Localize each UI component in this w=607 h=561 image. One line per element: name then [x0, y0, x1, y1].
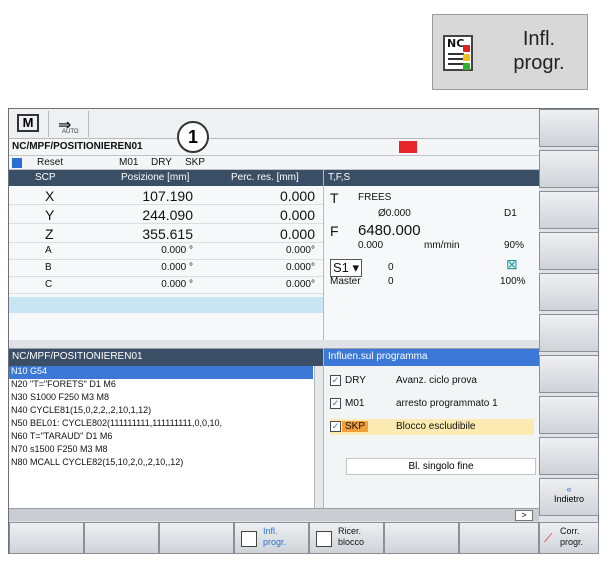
m01-status: M01 — [119, 157, 139, 168]
feed-setpoint: 6480.000 — [358, 222, 421, 239]
nc-program-influence-icon — [241, 531, 257, 547]
program-panel: NC/MPF/POSITIONIEREN01 N10 G54 N20 "T="F… — [9, 348, 323, 509]
tfs-panel: T,F,S T FREES Ø0.000 D1 F 6480.000 0.000… — [323, 170, 539, 340]
axis-row: C 0.000 ° 0.000° — [9, 277, 323, 294]
single-block-field[interactable]: Bl. singolo fine — [346, 458, 536, 475]
callout-label: Infl. progr. — [513, 28, 565, 74]
tool-edge: D1 — [504, 208, 517, 219]
top-bar: M ⇒ AUTO — [9, 109, 539, 139]
program-path: NC/MPF/POSITIONIEREN01 — [12, 141, 143, 152]
spindle-override: 100% — [500, 276, 526, 287]
program-path-bar: NC/MPF/POSITIONIEREN01 — [9, 139, 539, 156]
block-search-icon — [316, 531, 332, 547]
vertical-softkey-3[interactable] — [539, 191, 599, 229]
infl-progr-softkey[interactable]: Infl. progr. — [234, 522, 309, 554]
auto-mode-icon[interactable]: ⇒ AUTO — [49, 111, 89, 137]
program-line[interactable]: N50 BEL01: CYCLE802(111111111,111111111,… — [9, 418, 313, 431]
program-line[interactable]: N40 CYCLE81(15,0,2,2,,2,10,1,12) — [9, 405, 313, 418]
horizontal-softkey-1[interactable] — [9, 522, 84, 554]
axis-position-panel: SCP Posizione [mm] Perc. res. [mm] X 107.… — [9, 170, 323, 340]
alarm-indicator-icon — [399, 141, 417, 153]
axis-row: B 0.000 ° 0.000° — [9, 260, 323, 277]
corr-progr-softkey[interactable]: ⟋ Corr. progr. — [539, 522, 599, 554]
program-correction-icon: ⟋ — [544, 531, 553, 545]
horizontal-softkey-7[interactable] — [459, 522, 539, 554]
axis-row: Y 244.090 0.000 — [9, 205, 323, 224]
infl-progr-softkey-callout[interactable]: NC Infl. progr. — [432, 14, 588, 90]
program-line[interactable]: N80 MCALL CYCLE82(15,10,2,0,,2,10,,12) — [9, 457, 313, 470]
program-line[interactable]: N60 T="TARAUD" D1 M6 — [9, 431, 313, 444]
tool-name: FREES — [358, 192, 392, 203]
spindle-select[interactable]: S1 ▾ — [330, 259, 363, 277]
cnc-operating-screen: M ⇒ AUTO NC/MPF/POSITIONIEREN01 1 Reset M… — [8, 108, 599, 554]
vertical-softkey-7[interactable] — [539, 355, 599, 393]
channel-status-bar: Reset M01 DRY SKP — [9, 156, 539, 170]
m01-option[interactable]: ✓ M01 arresto programmato 1 — [330, 396, 534, 412]
spindle-state-icon: ⊠ — [506, 256, 518, 272]
callout-number: 1 — [177, 121, 209, 153]
dry-checkbox[interactable]: ✓ — [330, 375, 341, 386]
back-softkey[interactable]: «Indietro — [539, 478, 599, 516]
more-button[interactable]: > — [515, 510, 533, 521]
vertical-softkey-1[interactable] — [539, 109, 599, 147]
axis-row: X 107.190 0.000 — [9, 186, 323, 205]
skp-option[interactable]: ✓ SKP Blocco escludibile — [330, 419, 534, 435]
program-scrollbar[interactable] — [314, 366, 323, 509]
program-line[interactable]: N30 S1000 F250 M3 M8 — [9, 392, 313, 405]
m01-checkbox[interactable]: ✓ — [330, 398, 341, 409]
machine-mode-icon[interactable]: M — [9, 111, 49, 137]
skp-status: SKP — [185, 157, 206, 168]
feed-override: 90% — [504, 240, 525, 251]
tool-diameter: Ø0.000 — [378, 208, 411, 219]
program-line[interactable]: N20 "T="FORETS" D1 M6 — [9, 379, 313, 392]
axis-row: Z 355.615 0.000 — [9, 224, 323, 243]
axis-row: A 0.000 ° 0.000° — [9, 243, 323, 260]
horizontal-softkey-6[interactable] — [384, 522, 459, 554]
bottom-bar: > — [9, 508, 539, 521]
horizontal-softkey-3[interactable] — [159, 522, 234, 554]
horizontal-softkey-2[interactable] — [84, 522, 159, 554]
program-line[interactable]: N10 G54 — [9, 366, 313, 379]
program-line[interactable]: N70 s1500 F250 M3 M8 — [9, 444, 313, 457]
reset-status: Reset — [37, 157, 64, 168]
feed-actual: 0.000 — [358, 240, 384, 251]
dry-status: DRY — [151, 157, 172, 168]
reset-icon — [12, 158, 22, 168]
skp-checkbox[interactable]: ✓ — [330, 421, 341, 432]
vertical-softkey-8[interactable] — [539, 396, 599, 434]
program-influence-panel: Influen.sul programma ✓ DRY Avanz. ciclo… — [323, 348, 539, 508]
vertical-softkey-4[interactable] — [539, 232, 599, 270]
block-search-softkey[interactable]: Ricer. blocco — [309, 522, 384, 554]
dry-option[interactable]: ✓ DRY Avanz. ciclo prova — [330, 373, 534, 389]
vertical-softkey-9[interactable] — [539, 437, 599, 475]
vertical-softkey-5[interactable] — [539, 273, 599, 311]
vertical-softkey-2[interactable] — [539, 150, 599, 188]
vertical-softkey-6[interactable] — [539, 314, 599, 352]
